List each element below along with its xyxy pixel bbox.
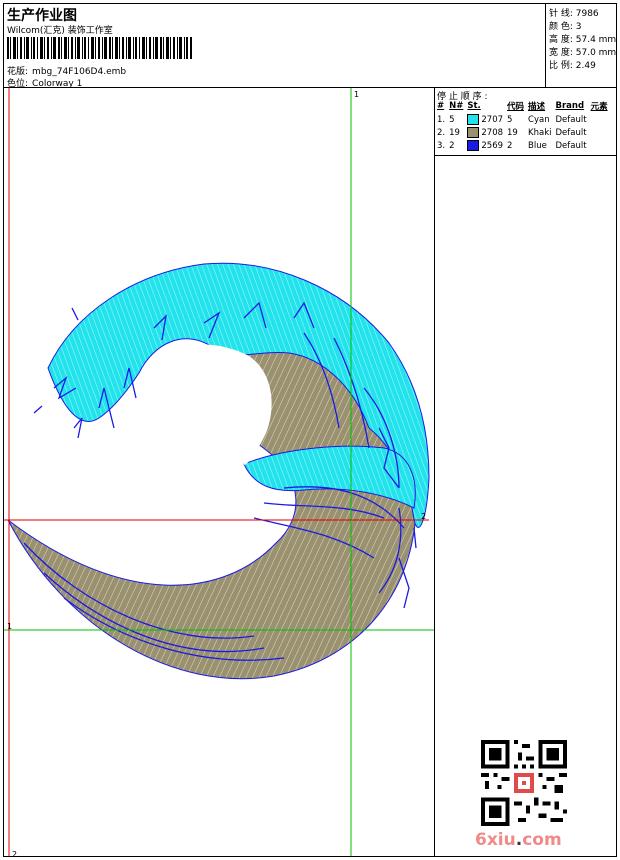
row-code: 2 [507, 140, 513, 151]
table-row: 1. 5 2707 5 Cyan Default [436, 113, 611, 126]
col-index: # [437, 101, 445, 111]
col-desc: 描述 [528, 102, 546, 112]
color-swatch [467, 140, 480, 151]
stop-sequence-panel: 停 止 顺 序 : # N# St. 代码 描述 Brand 元素 1. 5 2… [434, 88, 616, 856]
design-width: 宽 度: 57.0 mm [549, 48, 617, 58]
row-brand: Default [555, 127, 587, 138]
row-element [590, 139, 611, 152]
col-needle: N# [449, 101, 464, 111]
site-prefix: 6xiu [475, 830, 516, 850]
thread-code: 2569 [481, 141, 504, 151]
row-brand: Default [555, 140, 587, 151]
design-stats: 针 线: 7986 颜 色: 3 高 度: 57.4 mm 宽 度: 57.0 … [546, 4, 616, 88]
stitch-count: 针 线: 7986 [549, 9, 599, 19]
axis-marker-top: 1 [354, 90, 360, 99]
design-height: 高 度: 57.4 mm [549, 35, 617, 45]
table-row: 3. 2 2569 2 Blue Default [436, 139, 611, 152]
axis-marker-bottom: 2 [12, 850, 18, 859]
row-index: 2. [437, 127, 446, 138]
row-index: 1. [437, 114, 446, 125]
col-element: 元素 [590, 102, 608, 112]
row-thread: 2708 [466, 126, 506, 139]
col-code: 代码 [507, 102, 525, 112]
wave-embroidery [4, 88, 434, 856]
wave-inner-void [154, 344, 272, 465]
row-desc: Khaki [528, 127, 552, 138]
row-needle: 19 [449, 127, 460, 138]
row-thread: 2707 [466, 113, 506, 126]
row-thread: 2569 [466, 139, 506, 152]
color-swatch [467, 114, 480, 125]
row-needle: 5 [449, 114, 455, 125]
thread-code: 2707 [481, 115, 504, 125]
thread-code: 2708 [481, 128, 504, 138]
color-count: 颜 色: 3 [549, 22, 582, 32]
watermark-site: 6xiu.com [475, 830, 562, 850]
axis-marker-right: 2 [421, 512, 427, 521]
row-code: 5 [507, 114, 513, 125]
row-element [590, 126, 611, 139]
design-canvas: 1 2 1 2 [4, 88, 434, 859]
stop-sequence-table: # N# St. 代码 描述 Brand 元素 1. 5 2707 5 Cyan… [436, 100, 611, 152]
sheet-title: 生产作业图 [7, 8, 77, 24]
color-swatch [467, 127, 480, 138]
row-desc: Blue [528, 140, 547, 151]
col-stitch: St. [467, 101, 481, 111]
company-name: Wilcom(汇克) 装饰工作室 [7, 26, 113, 36]
stop-sequence-header: 停 止 顺 序 : # N# St. 代码 描述 Brand 元素 1. 5 2… [435, 88, 616, 156]
site-suffix: com [522, 830, 562, 850]
design-scale: 比 例: 2.49 [549, 61, 596, 71]
qr-code [481, 740, 567, 826]
row-brand: Default [555, 114, 587, 125]
axis-marker-left: 1 [7, 622, 13, 631]
row-code: 19 [507, 127, 518, 138]
header-info: 生产作业图 Wilcom(汇克) 装饰工作室 花版: mbg_74F106D4.… [4, 4, 546, 89]
row-element [590, 113, 611, 126]
table-row: 2. 19 2708 19 Khaki Default [436, 126, 611, 139]
row-needle: 2 [449, 140, 455, 151]
row-desc: Cyan [528, 114, 550, 125]
col-brand: Brand [555, 101, 585, 111]
production-sheet: 生产作业图 Wilcom(汇克) 装饰工作室 花版: mbg_74F106D4.… [3, 3, 617, 859]
row-index: 3. [437, 140, 446, 151]
barcode [7, 37, 192, 59]
